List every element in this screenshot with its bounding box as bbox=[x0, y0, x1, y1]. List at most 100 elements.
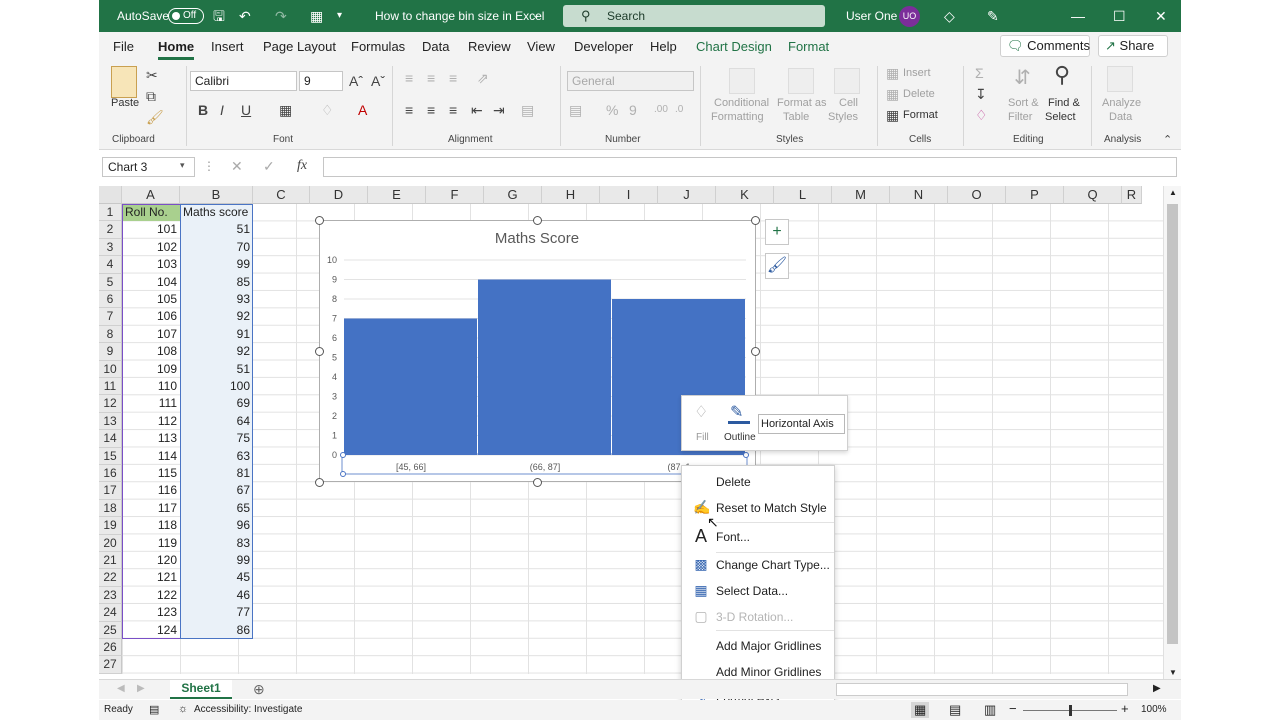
prev-sheet-icon[interactable]: ◀ bbox=[117, 683, 125, 694]
decrease-font-icon[interactable]: Aˇ bbox=[371, 73, 385, 89]
cell-roll-no[interactable]: 118 bbox=[122, 517, 180, 534]
row-header[interactable]: 22 bbox=[99, 569, 122, 587]
font-size-dropdown[interactable]: 9 bbox=[299, 71, 343, 91]
row-header[interactable]: 16 bbox=[99, 465, 122, 483]
cell-maths-score[interactable]: 83 bbox=[180, 534, 253, 552]
format-as-table-icon[interactable] bbox=[788, 68, 814, 94]
conditional-label-1[interactable]: Conditional bbox=[714, 97, 769, 109]
select-all-corner[interactable] bbox=[99, 186, 122, 204]
sort-filter-icon[interactable]: ⇵ bbox=[1014, 68, 1031, 88]
row-header[interactable]: 13 bbox=[99, 412, 122, 431]
zoom-out-icon[interactable]: − bbox=[1009, 701, 1017, 716]
fill-color-icon[interactable]: ♢ bbox=[321, 102, 334, 118]
cell-roll-no[interactable]: 111 bbox=[122, 395, 180, 412]
horizontal-scrollbar[interactable] bbox=[836, 683, 1128, 696]
avatar[interactable]: UO bbox=[899, 6, 920, 27]
page-break-view-icon[interactable]: ▥ bbox=[984, 702, 996, 718]
tab-view[interactable]: View bbox=[527, 39, 555, 54]
column-header-h[interactable]: H bbox=[542, 186, 600, 204]
format-painter-icon[interactable]: 🖌 bbox=[146, 109, 164, 125]
accessibility-status[interactable]: Accessibility: Investigate bbox=[194, 704, 302, 715]
sheet-tab-sheet1[interactable]: Sheet1 bbox=[170, 680, 232, 699]
menu-item-add-major-gridlines[interactable]: Add Major Gridlines bbox=[682, 633, 836, 657]
formula-input[interactable] bbox=[323, 157, 1177, 177]
fill-label[interactable]: Fill bbox=[696, 432, 709, 443]
row-header[interactable]: 12 bbox=[99, 395, 122, 413]
cell-maths-score[interactable]: 81 bbox=[180, 465, 253, 483]
page-layout-view-icon[interactable]: ▤ bbox=[949, 702, 961, 718]
tab-review[interactable]: Review bbox=[468, 39, 511, 54]
cell-roll-no[interactable]: 122 bbox=[122, 587, 180, 604]
column-header-d[interactable]: D bbox=[310, 186, 368, 204]
cut-icon[interactable]: ✂ bbox=[146, 67, 158, 83]
analyze-label-1[interactable]: Analyze bbox=[1102, 97, 1141, 109]
analyze-label-2[interactable]: Data bbox=[1109, 111, 1132, 123]
row-header[interactable]: 2 bbox=[99, 221, 122, 239]
row-header[interactable]: 5 bbox=[99, 273, 122, 291]
format-cells-label[interactable]: Format bbox=[903, 109, 938, 121]
zoom-in-icon[interactable]: + bbox=[1121, 701, 1129, 716]
title-chevron-down-icon[interactable]: ⌄ bbox=[532, 8, 540, 24]
cell-roll-no[interactable]: 114 bbox=[122, 448, 180, 465]
row-header[interactable]: 7 bbox=[99, 308, 122, 326]
copy-icon[interactable]: ⧉ bbox=[146, 88, 156, 104]
column-header-o[interactable]: O bbox=[948, 186, 1006, 204]
cell-maths-score[interactable]: 65 bbox=[180, 499, 253, 518]
cell-maths-score[interactable]: 51 bbox=[180, 360, 253, 378]
outline-pen-icon[interactable]: ✎ bbox=[730, 402, 743, 422]
insert-cells-label[interactable]: Insert bbox=[903, 67, 931, 79]
cell-maths-score[interactable]: 99 bbox=[180, 552, 253, 570]
cell-roll-no[interactable]: 113 bbox=[122, 430, 180, 447]
format-table-label-1[interactable]: Format as bbox=[777, 97, 827, 109]
column-header-e[interactable]: E bbox=[368, 186, 426, 204]
cell-roll-no[interactable]: 119 bbox=[122, 535, 180, 552]
cell-maths-score[interactable]: 99 bbox=[180, 256, 253, 274]
conditional-label-2[interactable]: Formatting bbox=[711, 111, 764, 123]
percent-icon[interactable]: % bbox=[606, 102, 618, 118]
cell-roll-no[interactable]: 106 bbox=[122, 308, 180, 325]
cell-roll-no[interactable]: 112 bbox=[122, 413, 180, 430]
chart-resize-handle[interactable] bbox=[315, 478, 324, 487]
cell-styles-label-2[interactable]: Styles bbox=[828, 111, 858, 123]
fill-bucket-icon[interactable]: ♢ bbox=[694, 402, 708, 422]
font-color-icon[interactable]: A bbox=[358, 102, 367, 118]
column-header-p[interactable]: P bbox=[1006, 186, 1064, 204]
sort-label-1[interactable]: Sort & bbox=[1008, 97, 1039, 109]
cell-maths-score[interactable]: 85 bbox=[180, 273, 253, 291]
menu-item-font[interactable]: A Font... bbox=[682, 524, 836, 548]
menu-item-delete[interactable]: Delete bbox=[682, 469, 836, 493]
maximize-icon[interactable]: ☐ bbox=[1113, 8, 1126, 24]
header-maths-score[interactable]: Maths score bbox=[180, 204, 253, 222]
row-header[interactable]: 27 bbox=[99, 656, 122, 674]
cell-maths-score[interactable]: 70 bbox=[180, 238, 253, 257]
enter-icon[interactable]: ✓ bbox=[263, 158, 275, 175]
column-header-c[interactable]: C bbox=[253, 186, 310, 204]
histogram-bar[interactable] bbox=[344, 318, 477, 456]
minimize-icon[interactable]: — bbox=[1071, 8, 1085, 24]
row-header[interactable]: 15 bbox=[99, 447, 122, 465]
row-header[interactable]: 10 bbox=[99, 360, 122, 378]
tab-home[interactable]: Home bbox=[158, 39, 195, 60]
sort-label-2[interactable]: Filter bbox=[1008, 111, 1032, 123]
column-header-n[interactable]: N bbox=[890, 186, 948, 204]
outline-label[interactable]: Outline bbox=[724, 432, 756, 443]
row-header[interactable]: 9 bbox=[99, 343, 122, 361]
cell-maths-score[interactable]: 67 bbox=[180, 482, 253, 500]
scroll-up-icon[interactable]: ▲ bbox=[1169, 188, 1177, 197]
row-header[interactable]: 19 bbox=[99, 517, 122, 535]
customize-toolbar-icon[interactable]: ▾ bbox=[337, 8, 342, 24]
autosum-icon[interactable]: Σ bbox=[975, 65, 984, 81]
chart-elements-button[interactable]: + bbox=[765, 219, 789, 245]
paste-icon[interactable] bbox=[111, 66, 137, 98]
next-sheet-icon[interactable]: ▶ bbox=[137, 683, 145, 694]
find-select-icon[interactable]: ⚲ bbox=[1054, 64, 1070, 86]
cell-roll-no[interactable]: 117 bbox=[122, 500, 180, 517]
cell-roll-no[interactable]: 105 bbox=[122, 291, 180, 308]
insert-cells-icon[interactable]: ▦ bbox=[886, 65, 899, 81]
cancel-icon[interactable]: ✕ bbox=[231, 158, 243, 175]
insert-function-icon[interactable]: fx bbox=[297, 158, 307, 174]
chart-styles-button[interactable]: 🖌 bbox=[765, 253, 789, 279]
row-header[interactable]: 24 bbox=[99, 604, 122, 622]
chart-resize-handle[interactable] bbox=[751, 347, 760, 356]
cell-maths-score[interactable]: 64 bbox=[180, 412, 253, 431]
